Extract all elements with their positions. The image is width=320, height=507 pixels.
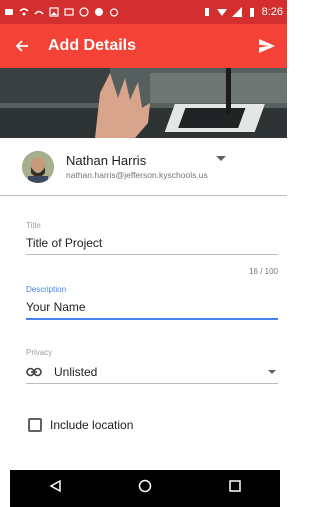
vibrate-icon <box>204 8 209 16</box>
account-name: Nathan Harris <box>66 153 147 168</box>
notification-icons <box>4 7 119 17</box>
include-location-option[interactable]: Include location <box>28 418 133 432</box>
video-thumbnail[interactable] <box>0 68 287 138</box>
cast-icon <box>34 10 44 15</box>
account-selector[interactable]: Nathan Harris nathan.harris@jefferson.ky… <box>0 138 287 196</box>
app-icon <box>79 7 89 17</box>
char-counter: 16 / 100 <box>249 267 278 276</box>
video-frame-image <box>0 68 287 138</box>
message-icon <box>5 9 13 15</box>
dropdown-arrow-icon <box>268 370 276 374</box>
title-input[interactable]: Title of Project <box>26 236 278 255</box>
cell-signal-icon <box>231 7 242 17</box>
status-time: 8:26 <box>261 6 283 18</box>
link-icon <box>26 367 42 377</box>
wifi-icon <box>19 8 29 16</box>
message-bubble-icon <box>95 8 103 16</box>
description-label: Description <box>26 285 67 294</box>
battery-icon <box>249 8 254 17</box>
home-circle-icon <box>138 479 152 493</box>
privacy-field[interactable]: Privacy Unlisted <box>26 348 278 384</box>
image-icon <box>49 7 59 17</box>
send-button[interactable] <box>247 24 287 68</box>
location-label: Include location <box>50 418 134 432</box>
recents-square-icon <box>229 480 241 492</box>
status-bar: 8:26 <box>0 0 287 24</box>
back-button[interactable] <box>0 24 44 68</box>
back-arrow-icon <box>15 40 28 52</box>
location-checkbox[interactable] <box>28 418 42 432</box>
wifi-signal-icon <box>216 9 227 16</box>
privacy-label: Privacy <box>26 348 53 357</box>
title-label: Title <box>26 221 41 230</box>
gallery-icon <box>64 8 74 16</box>
avatar <box>22 150 54 183</box>
nav-home-button[interactable] <box>138 479 152 498</box>
nav-recents-button[interactable] <box>228 479 242 498</box>
privacy-value: Unlisted <box>54 365 98 379</box>
page-title: Add Details <box>48 37 137 54</box>
title-field[interactable]: Title Title of Project <box>26 221 278 255</box>
chevron-down-icon[interactable] <box>216 156 226 161</box>
navigation-bar <box>10 470 280 507</box>
nav-back-button[interactable] <box>48 479 62 498</box>
send-icon <box>259 39 275 53</box>
privacy-dropdown[interactable]: Unlisted <box>26 365 278 384</box>
back-triangle-icon <box>49 479 61 493</box>
account-email: nathan.harris@jefferson.kyschools.us <box>66 170 208 180</box>
description-input[interactable]: Your Name <box>26 300 278 320</box>
description-field[interactable]: Description Your Name <box>26 285 278 320</box>
alarm-icon <box>109 8 119 17</box>
app-bar: Add Details <box>0 24 287 68</box>
